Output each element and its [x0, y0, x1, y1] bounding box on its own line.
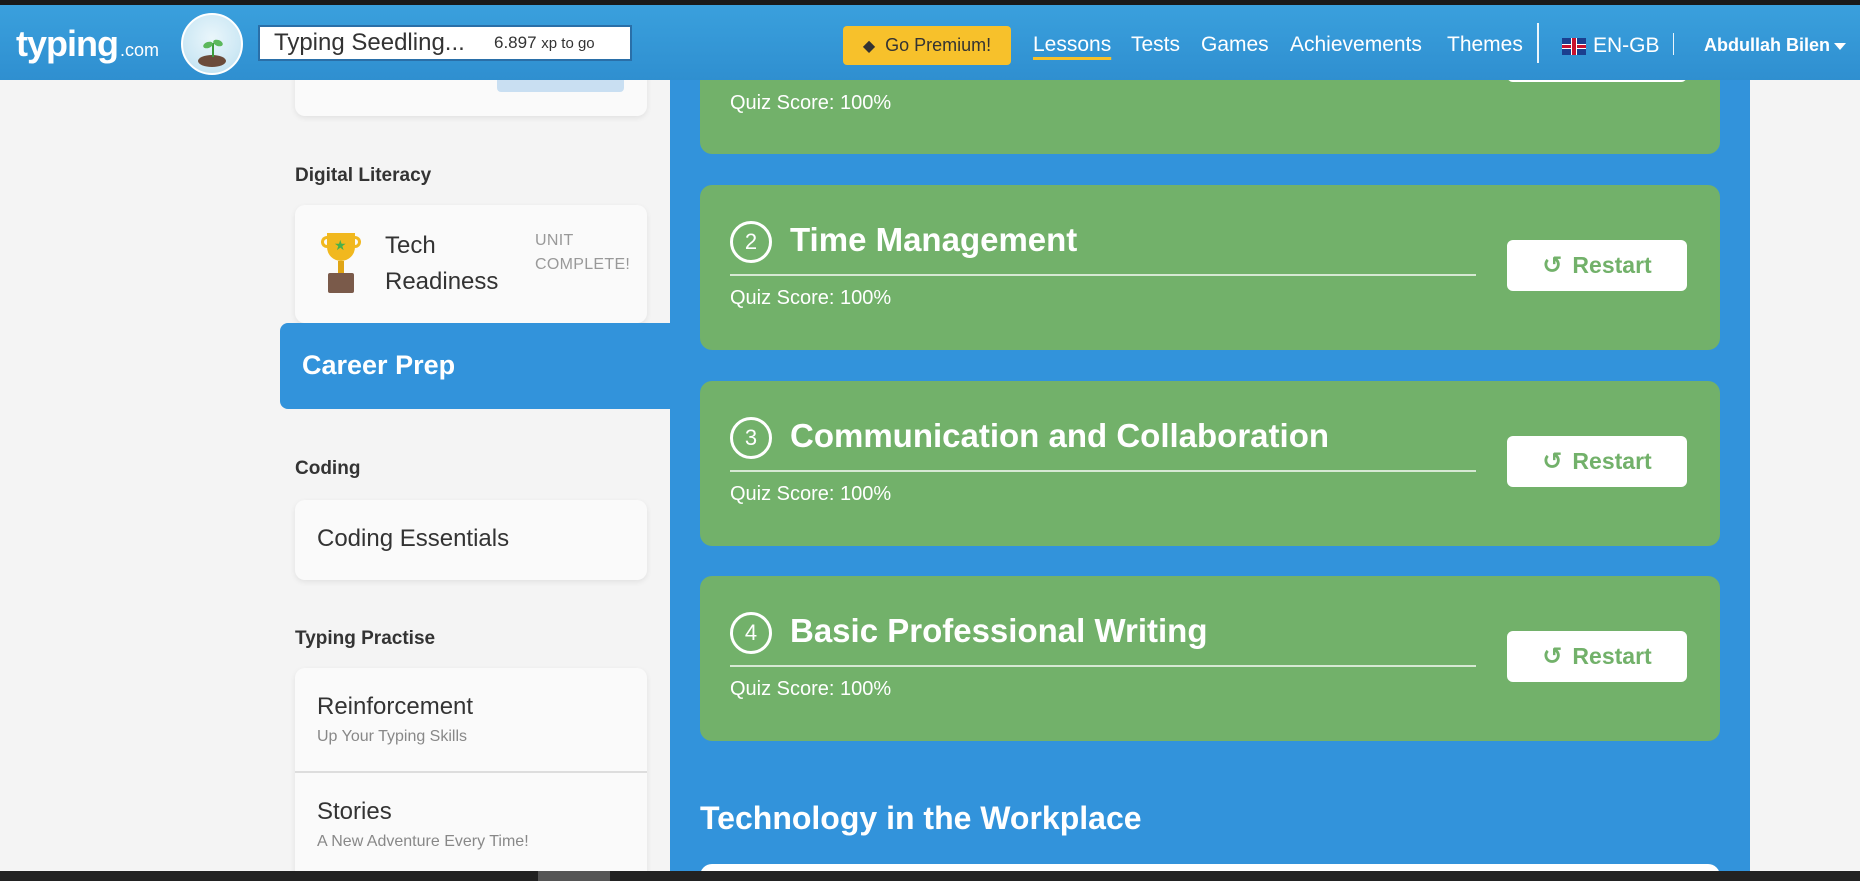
career-prep-label: Career Prep [302, 350, 456, 380]
section-title-digital-literacy: Digital Literacy [295, 165, 432, 186]
restart-button[interactable]: ↺ Restart [1507, 631, 1687, 682]
history-icon: ↺ [1542, 448, 1563, 475]
nav-games[interactable]: Games [1201, 33, 1269, 57]
lesson-divider [730, 470, 1476, 472]
quiz-score: Quiz Score: 100% [730, 92, 892, 114]
nav-lessons[interactable]: Lessons [1033, 33, 1111, 57]
lesson-card-professional-writing: 4 Basic Professional Writing Quiz Score:… [700, 576, 1720, 741]
history-icon: ↺ [1542, 643, 1563, 670]
top-header: typing .com Typing Seedling... 6.897 xp t… [0, 5, 1860, 80]
lesson-divider [730, 274, 1476, 276]
lesson-number: 3 [730, 417, 772, 459]
lesson-divider [730, 665, 1476, 667]
restart-button[interactable]: ↺ Restart [1507, 436, 1687, 487]
lesson-title: Communication and Collaboration [790, 417, 1330, 454]
sidebar-item-reinforcement[interactable]: Reinforcement Up Your Typing Skills [295, 668, 647, 773]
tech-readiness-title: Tech Readiness [385, 232, 499, 295]
reinforcement-title: Reinforcement [317, 693, 474, 720]
nav-tests[interactable]: Tests [1131, 33, 1180, 57]
restart-label: Restart [1572, 252, 1652, 278]
language-selector[interactable]: EN-GB [1593, 34, 1660, 58]
nav-separator [1537, 23, 1539, 63]
restart-label: Restart [1572, 643, 1652, 669]
section-heading-technology-workplace: Technology in the Workplace [700, 800, 1142, 836]
lesson-title: Time Management [790, 221, 1078, 258]
uk-flag-icon [1562, 38, 1586, 55]
quiz-score: Quiz Score: 100% [730, 678, 892, 700]
logo[interactable]: typing .com [16, 23, 159, 65]
lesson-title: Basic Professional Writing [790, 612, 1208, 649]
xp-value: 6.897 [494, 33, 537, 52]
sidebar-item-tech-readiness[interactable]: ★ Tech Readiness UNIT COMPLETE! [295, 205, 647, 323]
quiz-score: Quiz Score: 100% [730, 483, 892, 505]
section-title-coding: Coding [295, 458, 361, 479]
user-menu[interactable]: Abdullah Bilen [1704, 35, 1830, 56]
sidebar-card-typing-practise: Reinforcement Up Your Typing Skills Stor… [295, 668, 647, 881]
reinforcement-subtitle: Up Your Typing Skills [317, 728, 468, 745]
go-premium-button[interactable]: ◆ Go Premium! [843, 26, 1011, 65]
restart-label: Restart [1572, 448, 1652, 474]
restart-button[interactable]: ↺ Restart [1507, 240, 1687, 291]
nav-separator [1673, 33, 1674, 55]
lesson-card-communication: 3 Communication and Collaboration Quiz S… [700, 381, 1720, 546]
caret-down-icon[interactable] [1834, 43, 1846, 50]
stories-subtitle: A New Adventure Every Time! [317, 833, 529, 850]
stories-title: Stories [317, 798, 392, 825]
level-progress-box[interactable]: Typing Seedling... 6.897 xp to go [258, 25, 632, 61]
coding-essentials-label: Coding Essentials [317, 525, 510, 552]
sidebar-item-coding-essentials[interactable]: Coding Essentials [295, 500, 647, 580]
lesson-number: 2 [730, 221, 772, 263]
sidebar-item-career-prep[interactable]: Career Prep [280, 323, 670, 409]
unit-complete-badge: UNIT COMPLETE! [535, 232, 631, 273]
logo-main: typing [16, 23, 119, 64]
lesson-number: 4 [730, 612, 772, 654]
avatar[interactable] [181, 13, 243, 75]
horizontal-scrollbar[interactable] [0, 871, 1860, 881]
quiz-score: Quiz Score: 100% [730, 287, 892, 309]
nav-themes[interactable]: Themes [1447, 33, 1523, 57]
sidebar-item-stories[interactable]: Stories A New Adventure Every Time! [295, 773, 647, 878]
history-icon: ↺ [1542, 252, 1563, 279]
lessons-panel: Quiz Score: 100% 2 Time Management Quiz … [670, 52, 1750, 881]
xp-suffix: xp to go [541, 35, 595, 52]
xp-to-go: 6.897 xp to go [494, 33, 595, 53]
level-name: Typing Seedling... [274, 29, 465, 56]
scrollbar-thumb[interactable] [538, 871, 610, 881]
section-title-typing-practise: Typing Practise [295, 628, 436, 649]
trophy-icon: ★ [321, 233, 361, 295]
go-premium-label: Go Premium! [885, 35, 992, 55]
logo-suffix: .com [119, 40, 159, 60]
lesson-card-time-management: 2 Time Management Quiz Score: 100% ↺ Res… [700, 185, 1720, 350]
nav-achievements[interactable]: Achievements [1290, 33, 1422, 57]
diamond-icon: ◆ [862, 37, 876, 55]
